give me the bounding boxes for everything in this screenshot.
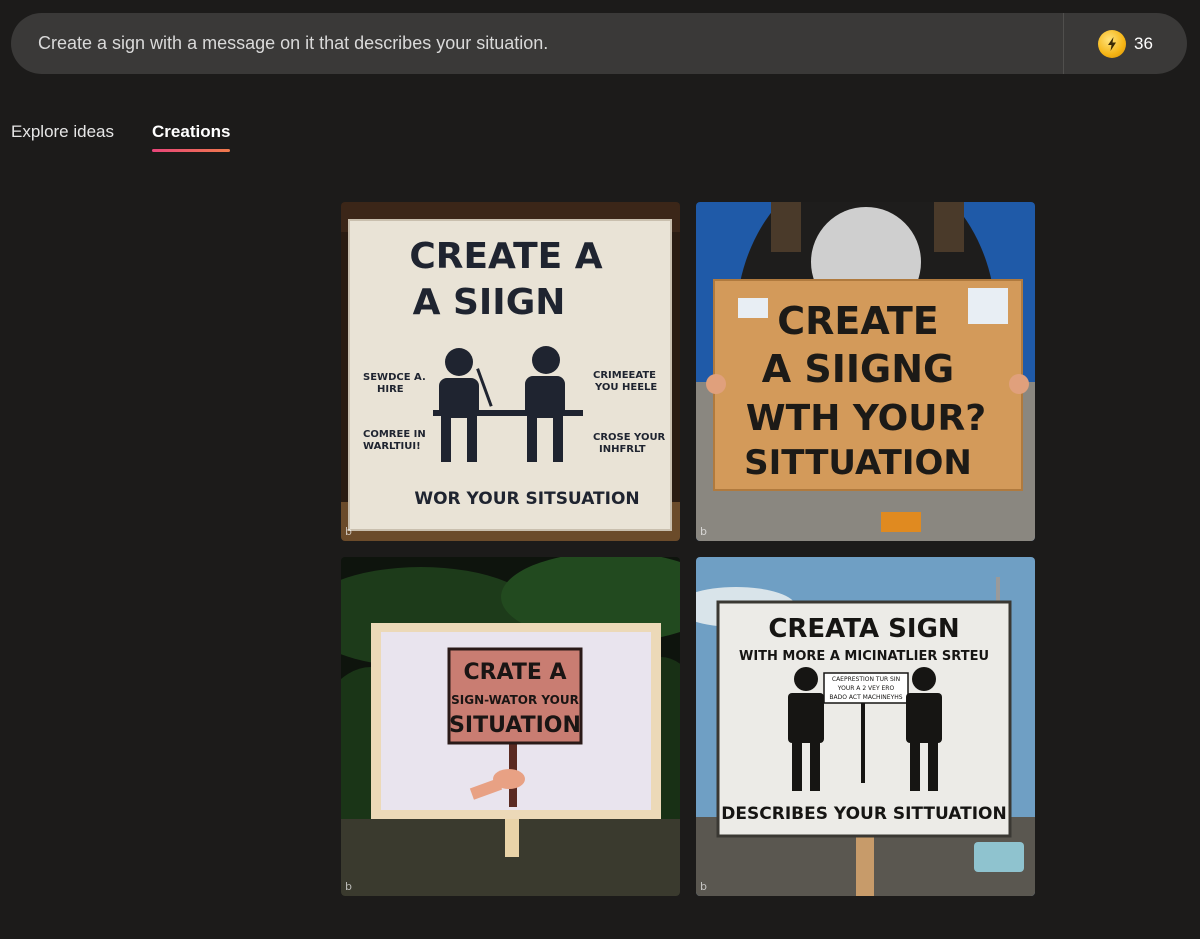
left-note-2a: COMREE IN [363, 429, 426, 440]
left-note-2b: WARLTIUI! [363, 441, 421, 452]
sign-line-4: SITTUATION [744, 443, 972, 483]
image-sign-board-1: CREATE A A SIIGN SEWDCE A. HIRE CRIMEEAT… [341, 202, 680, 541]
prompt-bar[interactable]: Create a sign with a message on it that … [11, 13, 1187, 74]
left-note-1a: SEWDCE A. [363, 372, 426, 383]
sign-line-2: WITH MORE A MICINATLIER SRTEU [739, 649, 989, 664]
creation-image-4[interactable]: CREATA SIGN WITH MORE A MICINATLIER SRTE… [696, 557, 1035, 896]
sign-line-1: CRATE A [463, 660, 566, 685]
bubble-line-1: CAEPRESTION TUR SIN [832, 676, 900, 683]
creator-watermark: b [700, 880, 707, 893]
sign-footer: WOR YOUR SITSUATION [414, 489, 639, 509]
right-note-1a: CRIMEEATE [593, 370, 656, 381]
boost-count: 36 [1134, 33, 1153, 53]
creations-grid: CREATE A A SIIGN SEWDCE A. HIRE CRIMEEAT… [341, 202, 1035, 896]
sign-line-2: SIGN-WATOR YOUR [451, 693, 579, 707]
sign-line-1: CREATE A [409, 236, 602, 277]
creation-image-1[interactable]: CREATE A A SIIGN SEWDCE A. HIRE CRIMEEAT… [341, 202, 680, 541]
sign-line-1: CREATE [777, 299, 938, 343]
creation-image-2[interactable]: CREATE A SIIGNG WTH YOUR? SITTUATION b [696, 202, 1035, 541]
image-cardboard-sign: CREATE A SIIGNG WTH YOUR? SITTUATION [696, 202, 1035, 541]
creator-watermark: b [700, 525, 707, 538]
image-framed-sign: CRATE A SIGN-WATOR YOUR SITUATION [341, 557, 680, 896]
left-note-1b: HIRE [377, 384, 404, 395]
bubble-line-3: BADO ACT MACHINEYHS [829, 694, 902, 701]
sign-line-1: CREATA SIGN [768, 614, 959, 644]
sign-line-3: SITUATION [449, 713, 581, 738]
right-note-2a: CROSE YOUR [593, 432, 666, 443]
creator-watermark: b [345, 880, 352, 893]
sign-line-2: A SIIGNG [762, 347, 954, 391]
right-note-2b: INHFRLT [599, 444, 646, 455]
tab-explore-ideas[interactable]: Explore ideas [11, 122, 114, 152]
sign-footer: DESCRIBES YOUR SITTUATION [721, 804, 1006, 824]
creator-watermark: b [345, 525, 352, 538]
image-street-sign: CREATA SIGN WITH MORE A MICINATLIER SRTE… [696, 557, 1035, 896]
sign-line-3: WTH YOUR? [746, 398, 986, 439]
tab-bar: Explore ideas Creations [11, 122, 231, 152]
sign-line-2: A SIIGN [413, 282, 566, 323]
bubble-line-2: YOUR A 2 VEY ERO [837, 685, 895, 692]
creation-image-3[interactable]: CRATE A SIGN-WATOR YOUR SITUATION b [341, 557, 680, 896]
boost-counter[interactable]: 36 [1064, 13, 1187, 74]
tab-creations[interactable]: Creations [152, 122, 231, 152]
right-note-1b: YOU HEELE [594, 382, 657, 393]
lightning-coin-icon [1098, 29, 1127, 58]
prompt-input[interactable]: Create a sign with a message on it that … [11, 33, 1063, 54]
